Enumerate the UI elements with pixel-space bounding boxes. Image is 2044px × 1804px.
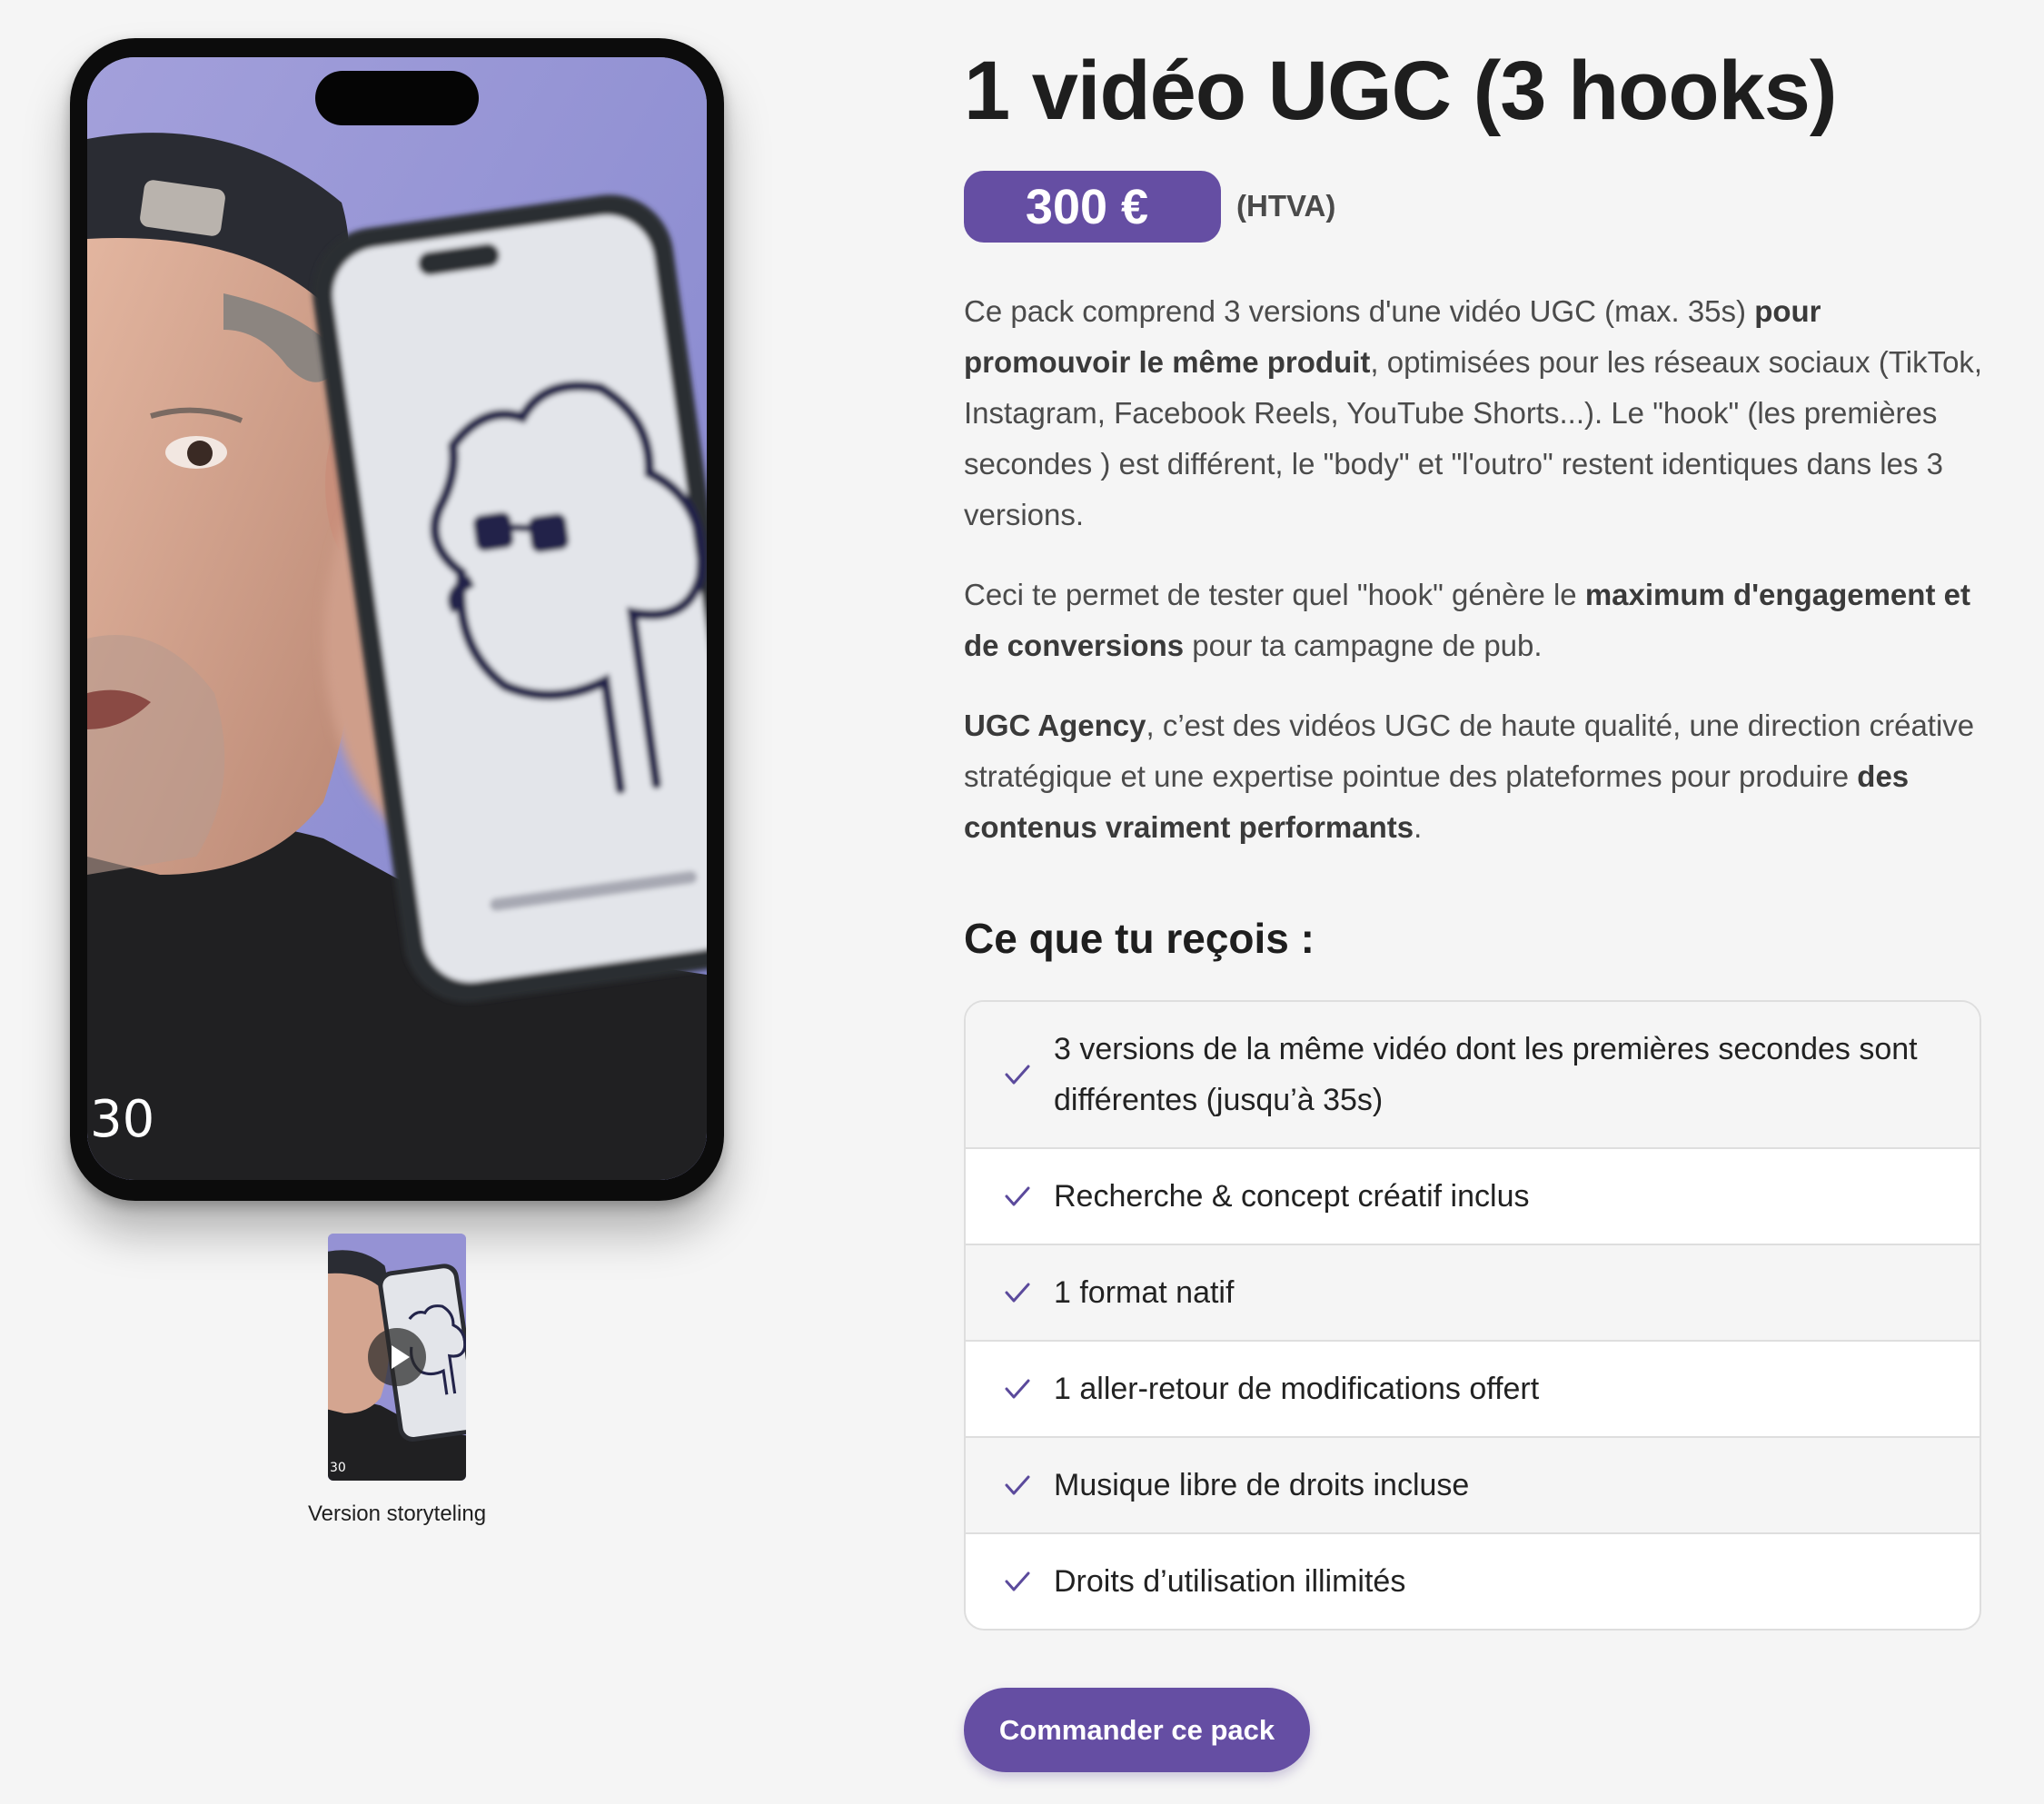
order-pack-button[interactable]: Commander ce pack <box>964 1688 1310 1772</box>
feature-item: Recherche & concept créatif inclus <box>966 1147 1980 1244</box>
feature-label: 1 aller-retour de modifications offert <box>1054 1372 1540 1406</box>
feature-item: 1 format natif <box>966 1244 1980 1340</box>
feature-label: 3 versions de la même vidéo dont les pre… <box>1054 1032 1918 1117</box>
feature-item: 1 aller-retour de modifications offert <box>966 1340 1980 1436</box>
emphasis-text: UGC Agency <box>964 709 1146 742</box>
description-paragraph-2: Ceci te permet de tester quel "hook" gén… <box>964 570 1990 671</box>
check-icon <box>1002 1277 1033 1308</box>
dynamic-island <box>315 71 479 125</box>
video-frame-image <box>87 57 707 1180</box>
price-note: (HTVA) <box>1236 189 1336 223</box>
body-text: Ce pack comprend 3 versions d'une vidéo … <box>964 294 1755 328</box>
body-text: . <box>1414 810 1423 844</box>
thumbnail-counter: 30 <box>330 1461 346 1475</box>
feature-label: Musique libre de droits incluse <box>1054 1468 1470 1502</box>
feature-item: 3 versions de la même vidéo dont les pre… <box>966 1002 1980 1147</box>
check-icon <box>1002 1059 1033 1090</box>
product-title: 1 vidéo UGC (3 hooks) <box>964 45 1837 137</box>
price-badge: 300 € <box>964 171 1221 243</box>
feature-label: Recherche & concept créatif inclus <box>1054 1179 1530 1214</box>
feature-item: Musique libre de droits incluse <box>966 1436 1980 1532</box>
video-player[interactable]: 30 <box>87 57 707 1180</box>
features-title: Ce que tu reçois : <box>964 915 1315 962</box>
description-paragraph-3: UGC Agency, c’est des vidéos UGC de haut… <box>964 700 1990 853</box>
feature-label: 1 format natif <box>1054 1275 1235 1310</box>
video-phone-mockup[interactable]: 30 <box>70 38 724 1201</box>
feature-item: Droits d’utilisation illimités <box>966 1532 1980 1629</box>
check-icon <box>1002 1566 1033 1597</box>
check-icon <box>1002 1470 1033 1501</box>
thumbnail-caption: Version storyteling <box>307 1502 487 1526</box>
description-paragraph-1: Ce pack comprend 3 versions d'une vidéo … <box>964 286 1990 540</box>
body-text: pour ta campagne de pub. <box>1184 629 1543 662</box>
features-list: 3 versions de la même vidéo dont les pre… <box>964 1000 1981 1631</box>
body-text: Ceci te permet de tester quel "hook" gén… <box>964 578 1585 611</box>
video-counter: 30 <box>90 1090 155 1149</box>
check-icon <box>1002 1373 1033 1404</box>
check-icon <box>1002 1181 1033 1212</box>
feature-label: Droits d’utilisation illimités <box>1054 1564 1406 1599</box>
video-thumbnail[interactable]: 30 <box>328 1234 466 1481</box>
play-icon[interactable] <box>368 1328 426 1386</box>
